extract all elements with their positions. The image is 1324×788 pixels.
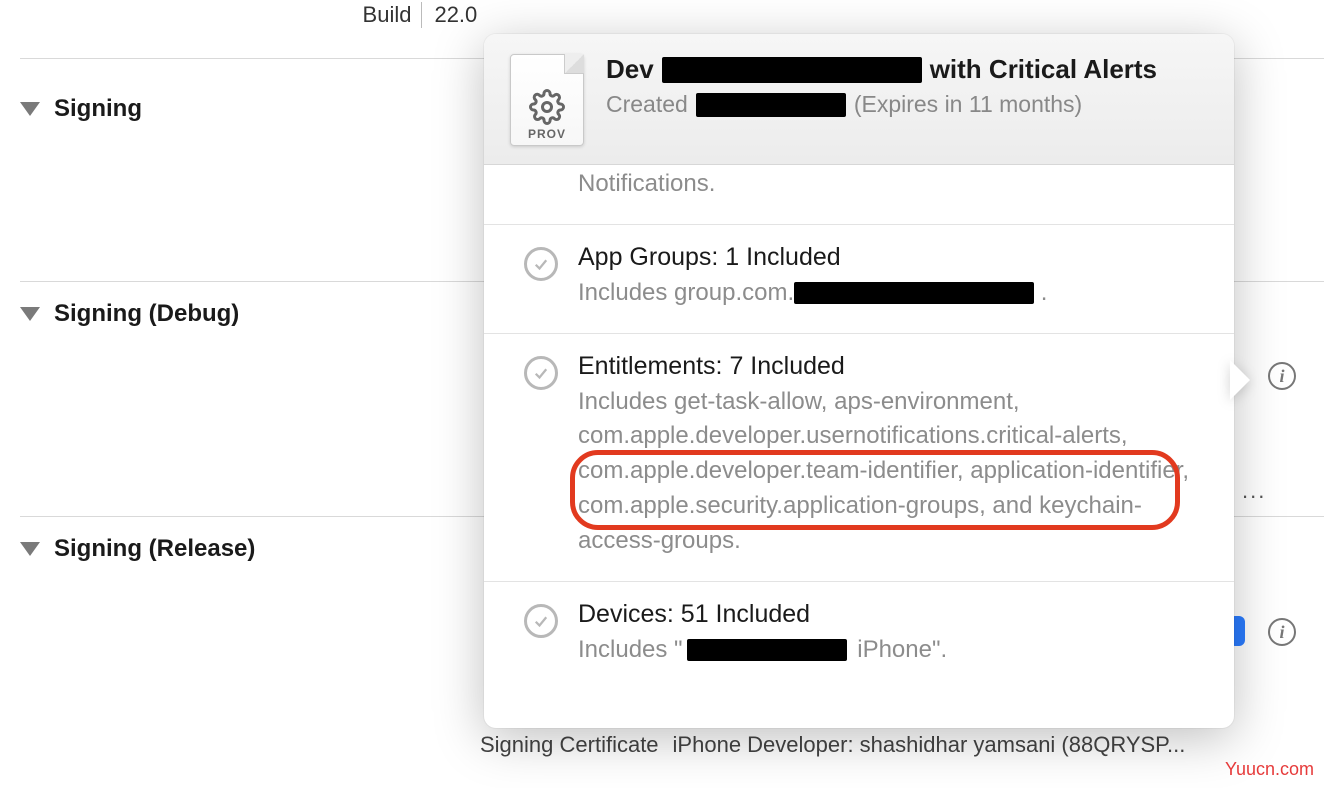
item-title: Entitlements: 7 Included [578, 352, 1210, 381]
app-groups-prefix: Includes group.com. [578, 279, 794, 306]
item-title: App Groups: 1 Included [578, 243, 1210, 272]
popover-item-devices: Devices: 51 Included Includes " iPhone". [484, 581, 1234, 690]
popover-item-entitlements: Entitlements: 7 Included Includes get-ta… [484, 333, 1234, 581]
chevron-down-icon[interactable] [20, 307, 40, 321]
watermark: Yuucn.com [1225, 759, 1314, 780]
info-icon[interactable]: i [1268, 618, 1296, 646]
devices-prefix: Includes " [578, 636, 683, 663]
created-label: Created [606, 91, 688, 118]
provisioning-profile-icon: PROV [510, 54, 584, 146]
expires-text: (Expires in 11 months) [854, 91, 1082, 118]
redacted-text [794, 282, 1034, 304]
title-prefix: Dev [606, 54, 654, 85]
popover-title: Dev with Critical Alerts [606, 54, 1208, 85]
popover-item-notifications: Notifications. [484, 165, 1234, 224]
popover-arrow [1232, 360, 1260, 400]
popover-subtitle: Created (Expires in 11 months) [606, 91, 1208, 118]
redacted-text [696, 93, 846, 117]
prov-icon-label: PROV [511, 127, 583, 141]
ellipsis-label: ... [1242, 478, 1266, 504]
section-title: Signing (Debug) [54, 300, 239, 328]
popover-header: PROV Dev with Critical Alerts Created (E… [484, 34, 1234, 165]
item-detail: Notifications. [578, 167, 715, 202]
info-icon[interactable]: i [1268, 362, 1296, 390]
chevron-down-icon[interactable] [20, 542, 40, 556]
item-detail: Includes get-task-allow, aps-environment… [578, 385, 1210, 559]
app-groups-suffix: . [1034, 279, 1047, 306]
section-title: Signing (Release) [54, 535, 255, 563]
signing-certificate-row: Signing Certificate iPhone Developer: sh… [480, 732, 1185, 758]
popover-body[interactable]: Notifications. App Groups: 1 Included In… [484, 165, 1234, 728]
redacted-text [662, 57, 922, 83]
checkmark-icon [524, 356, 558, 390]
devices-suffix: iPhone". [851, 636, 948, 663]
signing-certificate-value: iPhone Developer: shashidhar yamsani (88… [673, 732, 1186, 758]
item-detail: Includes group.com. . [578, 276, 1210, 311]
title-suffix: with Critical Alerts [930, 54, 1157, 85]
provisioning-popover: PROV Dev with Critical Alerts Created (E… [484, 34, 1234, 728]
section-title: Signing [54, 95, 142, 123]
checkmark-icon [524, 604, 558, 638]
checkmark-icon [524, 247, 558, 281]
item-title: Devices: 51 Included [578, 600, 1210, 629]
item-detail: Includes " iPhone". [578, 633, 1210, 668]
gear-icon [529, 89, 565, 125]
chevron-down-icon[interactable] [20, 102, 40, 116]
redacted-text [687, 639, 847, 661]
popover-item-app-groups: App Groups: 1 Included Includes group.co… [484, 224, 1234, 333]
signing-certificate-label: Signing Certificate [480, 732, 659, 758]
